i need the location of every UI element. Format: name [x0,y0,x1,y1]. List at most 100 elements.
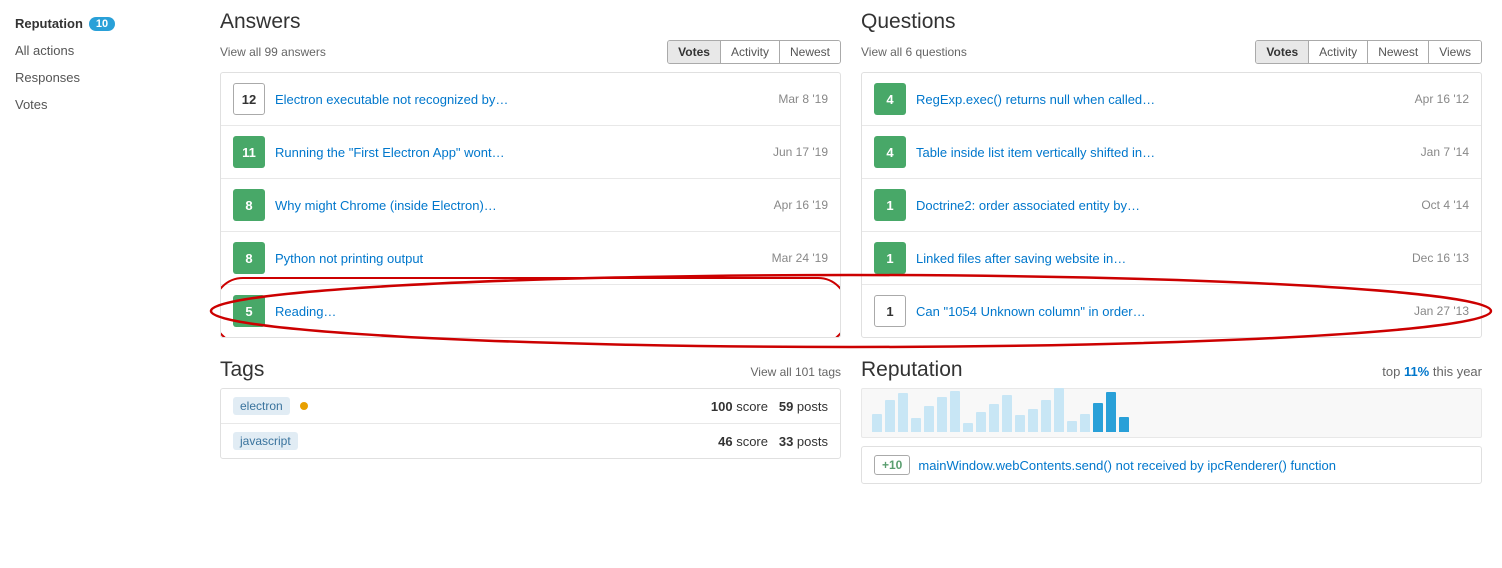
reputation-title: Reputation [861,358,963,382]
answer-list-item: 8 Why might Chrome (inside Electron)… Apr … [221,179,840,232]
answers-title: Answers [220,10,301,34]
question-score-badge: 4 [874,136,906,168]
question-title-link[interactable]: Doctrine2: order associated entity by… [916,198,1411,213]
questions-list: 4 RegExp.exec() returns null when called…… [861,72,1482,338]
reputation-bar [898,393,908,432]
answer-score-badge: 12 [233,83,265,115]
reputation-bar [1041,400,1051,432]
question-title-link[interactable]: Can "1054 Unknown column" in order… [916,304,1404,319]
reputation-bar [989,404,999,432]
reputation-bar [937,397,947,432]
tag-list-item: javascript 46 score 33 posts [221,424,840,458]
reputation-bar [1106,392,1116,432]
answers-list: 12 Electron executable not recognized by…… [220,72,841,338]
reputation-bar [963,423,973,432]
reputation-bar [885,400,895,432]
answers-header: Answers [220,10,841,34]
question-score-badge: 1 [874,295,906,327]
tag-pill[interactable]: javascript [233,432,298,450]
tags-title: Tags [220,358,264,382]
sidebar-item-all-actions-label: All actions [15,43,74,58]
answers-column: Answers View all 99 answers Votes Activi… [210,0,851,494]
tag-list-item: electron 100 score 59 posts [221,389,840,424]
questions-header: Questions [861,10,1482,34]
questions-tab-group: Votes Activity Newest Views [1255,40,1482,64]
questions-tab-activity[interactable]: Activity [1309,41,1368,63]
answer-date: Mar 8 '19 [778,92,828,106]
reputation-bar [1067,421,1077,432]
reputation-item: +10 mainWindow.webContents.send() not re… [861,446,1482,484]
answer-title-link[interactable]: Python not printing output [275,251,762,266]
question-title-link[interactable]: Linked files after saving website in… [916,251,1402,266]
question-date: Apr 16 '12 [1415,92,1469,106]
answer-score-badge: 5 [233,295,265,327]
answer-title-link[interactable]: Reading… [275,304,818,319]
sidebar-item-reputation[interactable]: Reputation 10 [15,10,185,37]
reputation-percent: 11% [1404,364,1429,379]
reputation-section: Reputation top 11% this year +10 mainWin… [861,358,1482,484]
questions-column: Questions View all 6 questions Votes Act… [851,0,1492,494]
tag-stats: 46 score 33 posts [718,434,828,449]
answer-title-link[interactable]: Running the "First Electron App" wont… [275,145,763,160]
answers-tab-votes[interactable]: Votes [668,41,721,63]
reputation-bar [911,418,921,432]
question-date: Jan 7 '14 [1421,145,1469,159]
tags-header: Tags View all 101 tags [220,358,841,382]
reputation-chart [861,388,1482,438]
answer-list-item: 5 Reading… [221,285,840,337]
questions-tab-newest[interactable]: Newest [1368,41,1429,63]
question-list-item: 1 Can "1054 Unknown column" in order… Jan … [862,285,1481,337]
questions-view-all: View all 6 questions [861,45,967,59]
answers-subheader: View all 99 answers Votes Activity Newes… [220,40,841,64]
tag-dot-icon [300,402,308,410]
question-title-link[interactable]: Table inside list item vertically shifte… [916,145,1411,160]
questions-tab-votes[interactable]: Votes [1256,41,1309,63]
reputation-bar [1002,395,1012,432]
tag-pill[interactable]: electron [233,397,290,415]
answer-score-badge: 8 [233,189,265,221]
answers-tab-activity[interactable]: Activity [721,41,780,63]
answer-title-link[interactable]: Electron executable not recognized by… [275,92,768,107]
question-date: Oct 4 '14 [1421,198,1469,212]
sidebar-item-responses-label: Responses [15,70,80,85]
main-content: Answers View all 99 answers Votes Activi… [200,0,1502,494]
question-list-item: 4 Table inside list item vertically shift… [862,126,1481,179]
reputation-bar [872,414,882,432]
reputation-bar [1093,403,1103,432]
reputation-bar [1054,388,1064,432]
question-title-link[interactable]: RegExp.exec() returns null when called… [916,92,1405,107]
answer-score-badge: 11 [233,136,265,168]
question-list-item: 4RegExp.exec() returns null when called…… [862,73,1481,126]
sidebar-item-votes-label: Votes [15,97,48,112]
reputation-bar [976,412,986,432]
questions-subheader: View all 6 questions Votes Activity Newe… [861,40,1482,64]
answer-date: Apr 16 '19 [774,198,828,212]
rep-item-badge: +10 [874,455,910,475]
tag-stats: 100 score 59 posts [711,399,828,414]
sidebar-item-responses[interactable]: Responses [15,64,185,91]
reputation-bar [924,406,934,432]
answer-title-link[interactable]: Why might Chrome (inside Electron)… [275,198,764,213]
tags-list: electron 100 score 59 posts javascript 46 s… [220,388,841,459]
rep-item-title[interactable]: mainWindow.webContents.send() not receiv… [918,458,1469,473]
reputation-badge: 10 [89,17,115,31]
answer-date: Jun 17 '19 [773,145,828,159]
tags-section: Tags View all 101 tags electron 100 score… [220,358,841,459]
answers-tab-newest[interactable]: Newest [780,41,840,63]
questions-tab-views[interactable]: Views [1429,41,1481,63]
sidebar-item-votes[interactable]: Votes [15,91,185,118]
question-score-badge: 1 [874,189,906,221]
answer-score-badge: 8 [233,242,265,274]
question-date: Jan 27 '13 [1414,304,1469,318]
question-score-badge: 1 [874,242,906,274]
tags-view-all: View all 101 tags [750,365,841,379]
reputation-bar [1028,409,1038,432]
answer-list-item: 11 Running the "First Electron App" wont…… [221,126,840,179]
answers-tab-group: Votes Activity Newest [667,40,841,64]
sidebar-item-all-actions[interactable]: All actions [15,37,185,64]
reputation-top-text: top 11% this year [1382,364,1482,379]
reputation-bar [1119,417,1129,432]
answer-date: Mar 24 '19 [772,251,828,265]
sidebar: Reputation 10 All actions Responses Vote… [0,0,200,494]
reputation-bar [950,391,960,432]
